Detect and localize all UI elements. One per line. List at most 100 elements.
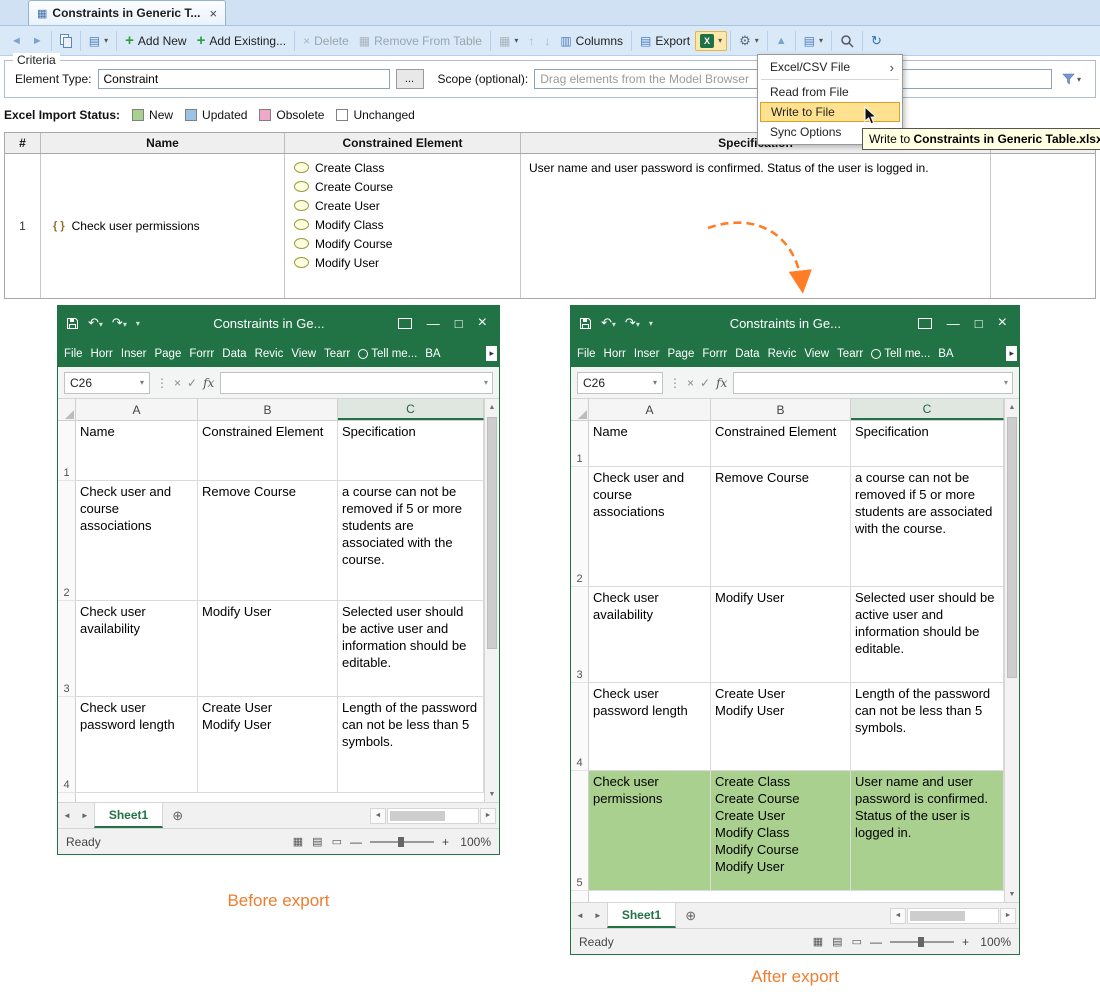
cell-b1[interactable]: Constrained Element	[198, 421, 338, 481]
prev-sheet-icon[interactable]: ◄	[58, 811, 76, 820]
row-name-cell[interactable]: { } Check user permissions	[41, 154, 285, 298]
row-header[interactable]: 4	[571, 683, 589, 771]
redo-button[interactable]: ↷▾	[625, 315, 640, 331]
insert-function-icon[interactable]: fx	[716, 376, 727, 390]
row-header[interactable]: 5	[571, 771, 589, 891]
minimize-button[interactable]: —	[947, 316, 960, 331]
scrollbar-thumb[interactable]	[390, 811, 445, 821]
minimize-button[interactable]: —	[427, 316, 440, 331]
horizontal-scrollbar[interactable]: ◄ ►	[370, 808, 499, 824]
undo-button[interactable]: ↶▾	[601, 315, 616, 331]
more-tabs-icon[interactable]: ▸	[1006, 346, 1017, 361]
menu-item-write-to-file[interactable]: Write to File	[760, 102, 900, 122]
formula-input[interactable]: ▾	[220, 372, 493, 394]
zoom-slider[interactable]	[890, 941, 954, 943]
zoom-slider[interactable]	[370, 841, 434, 843]
scroll-down-icon[interactable]: ▼	[1005, 886, 1019, 902]
cancel-icon[interactable]: ×	[687, 376, 694, 390]
tab-file[interactable]: File	[573, 348, 600, 360]
add-new-button[interactable]: +Add New	[120, 30, 191, 51]
cell-c4[interactable]: Length of the password can not be less t…	[338, 697, 484, 793]
enter-check-icon[interactable]: ✓	[187, 376, 197, 390]
tab-insert[interactable]: Inser	[117, 348, 151, 360]
cell-a2[interactable]: Check user and course associations	[76, 481, 198, 601]
tab-review[interactable]: Revic	[764, 348, 801, 360]
tab-tell-me[interactable]: Tell me...	[354, 348, 421, 360]
search-button[interactable]	[835, 31, 859, 51]
cell-c1[interactable]: Specification	[338, 421, 484, 481]
back-button[interactable]: ◄	[6, 32, 27, 50]
page-layout-view-icon[interactable]: ▤	[832, 935, 842, 948]
cell-c1[interactable]: Specification	[851, 421, 1004, 467]
column-header-b[interactable]: B	[198, 399, 338, 420]
vertical-scrollbar[interactable]: ▲ ▼	[1004, 399, 1019, 902]
cell-b5[interactable]: Create Class Create Course Create User M…	[711, 771, 851, 891]
sheet-tab-sheet1[interactable]: Sheet1	[94, 803, 163, 828]
scroll-right-icon[interactable]: ►	[480, 808, 496, 824]
name-box[interactable]: C26▾	[64, 372, 150, 394]
cancel-icon[interactable]: ×	[174, 376, 181, 390]
element-type-input[interactable]	[98, 69, 390, 89]
add-existing-button[interactable]: +Add Existing...	[192, 30, 291, 51]
scroll-up-icon[interactable]: ▲	[1005, 399, 1019, 415]
tab-data[interactable]: Data	[731, 348, 763, 360]
document-tab[interactable]: ▦ Constraints in Generic T... ×	[28, 0, 226, 25]
move-up-button[interactable]: ↑	[523, 31, 539, 51]
cell-b4[interactable]: Create User Modify User	[198, 697, 338, 793]
tab-page-layout[interactable]: Page	[150, 348, 185, 360]
prev-sheet-icon[interactable]: ◄	[571, 911, 589, 920]
row-header[interactable]: 2	[571, 467, 589, 587]
column-header-b[interactable]: B	[711, 399, 851, 420]
move-rows-button[interactable]: ▦▾	[494, 31, 523, 51]
zoom-in-icon[interactable]: +	[962, 935, 969, 949]
page-layout-view-icon[interactable]: ▤	[312, 835, 322, 848]
tab-review[interactable]: Revic	[251, 348, 288, 360]
cell-a3[interactable]: Check user availability	[76, 601, 198, 697]
column-header-a[interactable]: A	[589, 399, 711, 420]
collapse-toolbar-button[interactable]: ▲	[771, 32, 792, 50]
tab-formulas[interactable]: Forrr	[698, 348, 731, 360]
page-break-view-icon[interactable]: ▭	[332, 835, 342, 848]
cell-b2[interactable]: Remove Course	[198, 481, 338, 601]
zoom-out-icon[interactable]: —	[870, 935, 882, 949]
next-sheet-icon[interactable]: ►	[76, 811, 94, 820]
scrollbar-thumb[interactable]	[910, 911, 965, 921]
maximize-button[interactable]: □	[975, 316, 983, 331]
cell-b3[interactable]: Modify User	[198, 601, 338, 697]
cell-c2[interactable]: a course can not be removed if 5 or more…	[338, 481, 484, 601]
tab-file[interactable]: File	[60, 348, 87, 360]
sheet-tab-sheet1[interactable]: Sheet1	[607, 903, 676, 928]
name-box[interactable]: C26▾	[577, 372, 663, 394]
column-header-constrained-element[interactable]: Constrained Element	[285, 133, 521, 153]
scroll-right-icon[interactable]: ►	[1000, 908, 1016, 924]
tab-tell-me[interactable]: Tell me...	[867, 348, 934, 360]
more-tabs-icon[interactable]: ▸	[486, 346, 497, 361]
cell-c5[interactable]: User name and user password is confirmed…	[851, 771, 1004, 891]
horizontal-scrollbar[interactable]: ◄ ►	[890, 908, 1019, 924]
cell-a4[interactable]: Check user password length	[589, 683, 711, 771]
zoom-level[interactable]: 100%	[977, 935, 1011, 949]
tab-page-layout[interactable]: Page	[663, 348, 698, 360]
cell-a4[interactable]: Check user password length	[76, 697, 198, 793]
ribbon-display-options-icon[interactable]	[918, 318, 932, 329]
cell-b3[interactable]: Modify User	[711, 587, 851, 683]
cell-c3[interactable]: Selected user should be active user and …	[851, 587, 1004, 683]
view-menu-button[interactable]: ▤▾	[799, 31, 828, 51]
select-all-corner[interactable]	[571, 399, 589, 420]
close-button[interactable]: ×	[998, 314, 1007, 332]
scroll-left-icon[interactable]: ◄	[370, 808, 386, 824]
element-type-browse-button[interactable]: ...	[396, 69, 424, 89]
column-header-c[interactable]: C	[851, 399, 1004, 420]
select-all-corner[interactable]	[58, 399, 76, 420]
scroll-left-icon[interactable]: ◄	[890, 908, 906, 924]
normal-view-icon[interactable]: ▦	[293, 835, 303, 848]
redo-button[interactable]: ↷▾	[112, 315, 127, 331]
scroll-up-icon[interactable]: ▲	[485, 399, 499, 415]
maximize-button[interactable]: □	[455, 316, 463, 331]
close-button[interactable]: ×	[478, 314, 487, 332]
tab-view[interactable]: View	[287, 348, 320, 360]
zoom-in-icon[interactable]: +	[442, 835, 449, 849]
cell-b4[interactable]: Create User Modify User	[711, 683, 851, 771]
row-header[interactable]: 1	[571, 421, 589, 467]
cell-b2[interactable]: Remove Course	[711, 467, 851, 587]
